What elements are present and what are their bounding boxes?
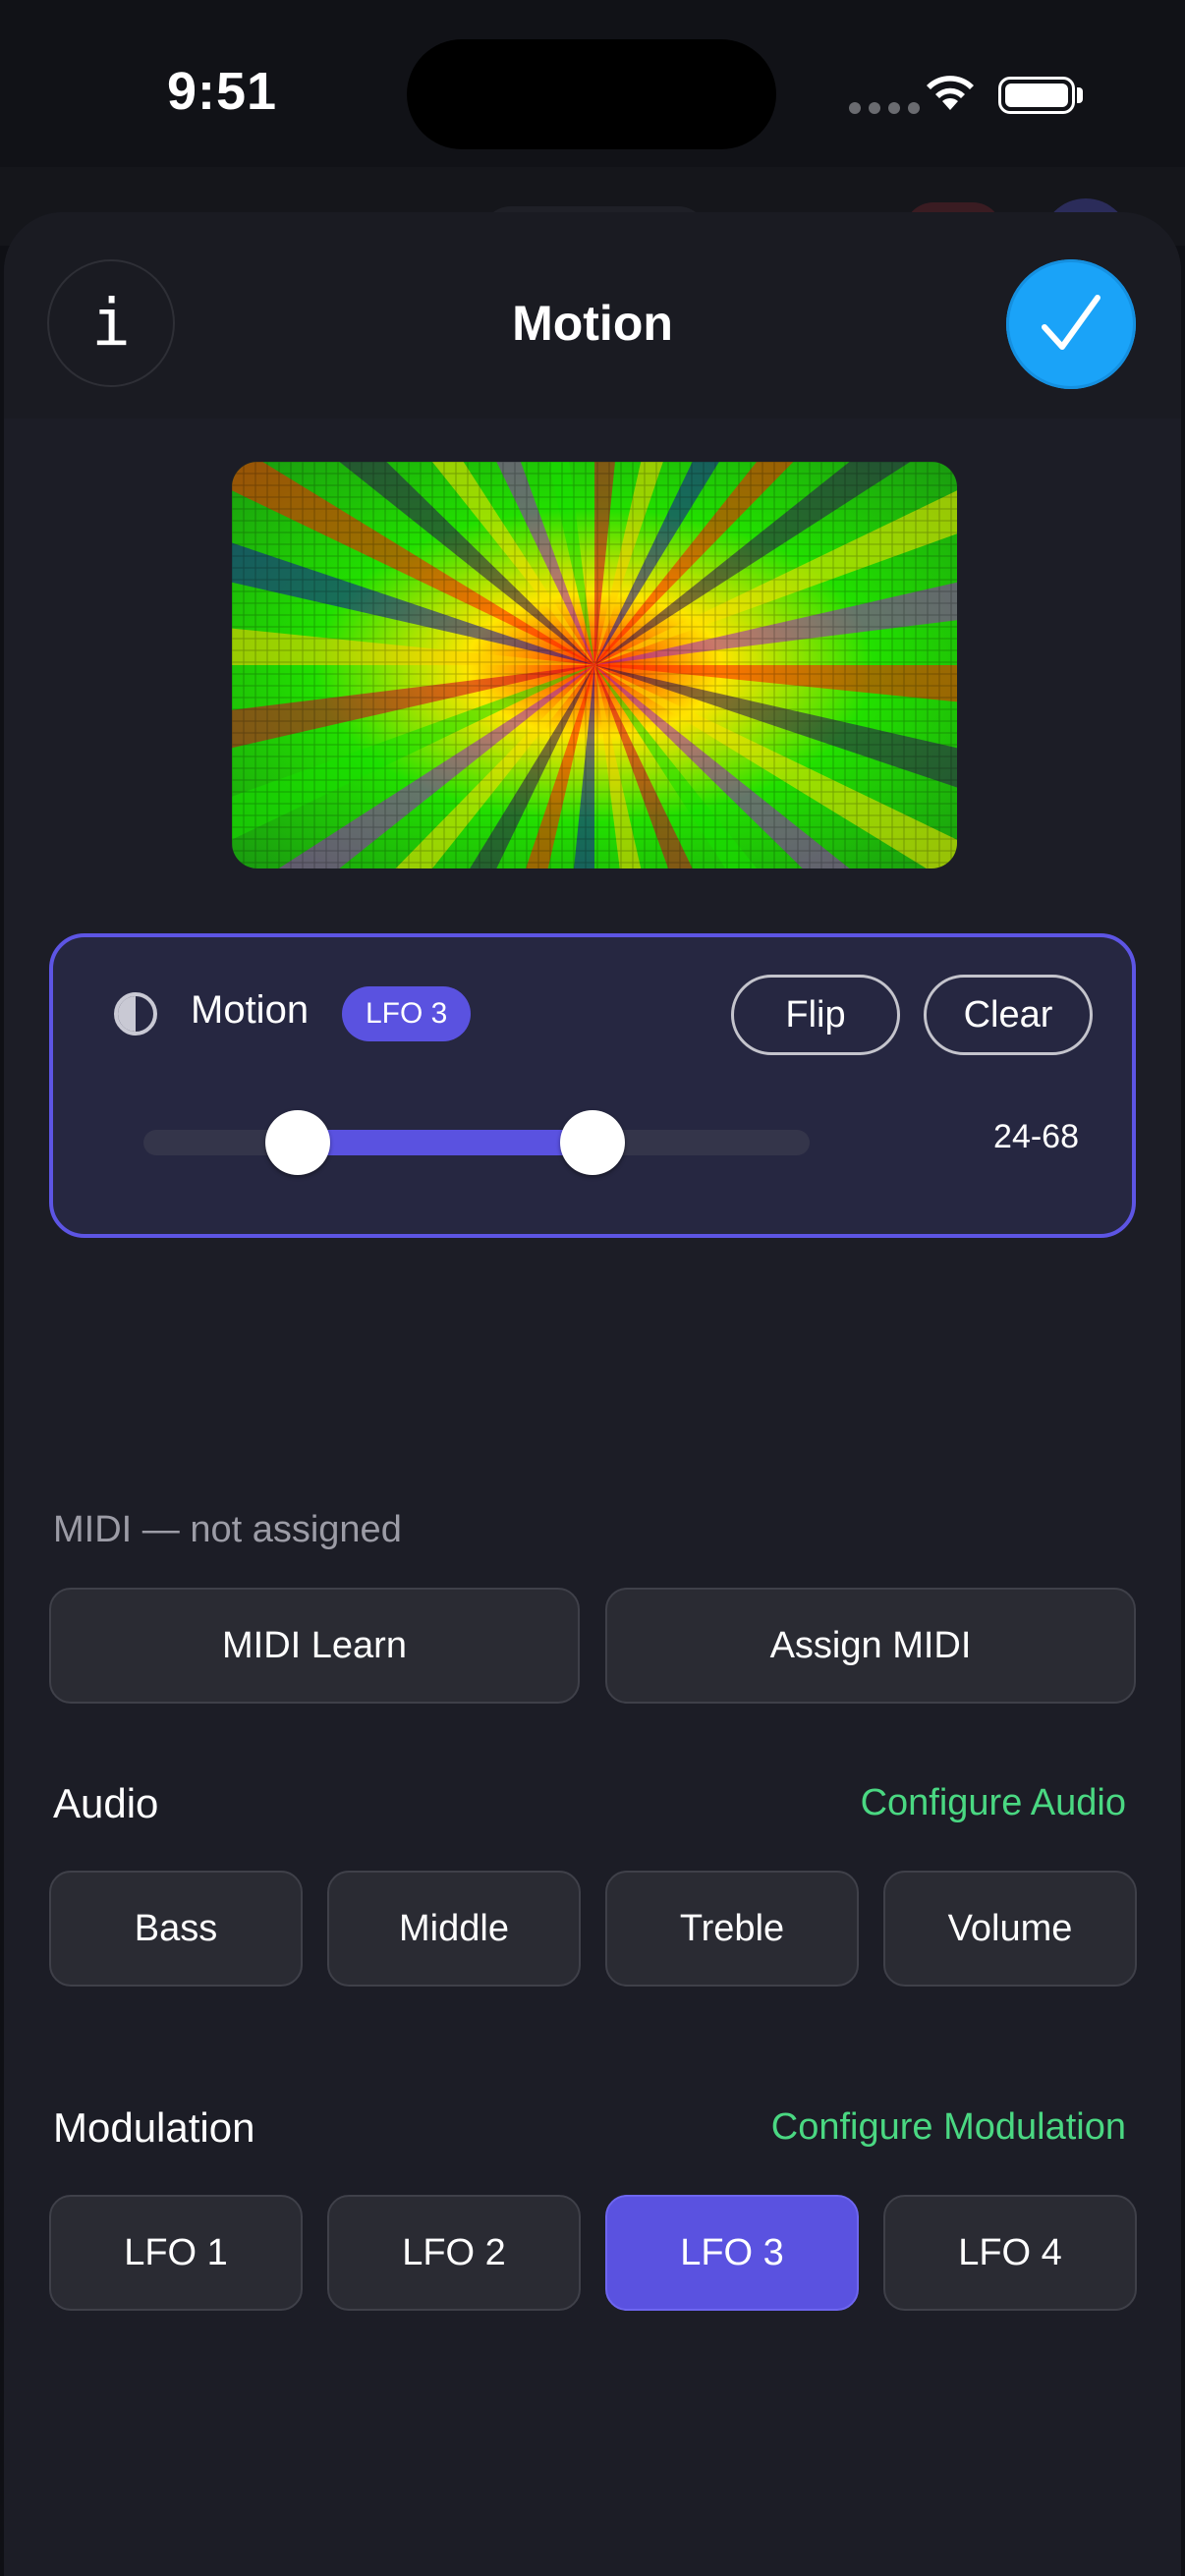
contrast-half-circle-icon [114,992,157,1036]
motion-control-card: Motion LFO 3 Flip Clear 24-68 [49,933,1136,1238]
preview-graphic [232,462,957,868]
audio-treble-button[interactable]: Treble [605,1871,859,1987]
cellular-signal-icon [849,102,920,114]
configure-modulation-link[interactable]: Configure Modulation [771,2106,1126,2149]
flip-button[interactable]: Flip [731,975,900,1055]
battery-icon [998,77,1075,114]
midi-status: MIDI — not assigned [53,1509,402,1550]
audio-volume-button[interactable]: Volume [883,1871,1137,1987]
dynamic-island [407,39,776,149]
range-slider-low-handle[interactable] [265,1110,330,1175]
lfo-4-button[interactable]: LFO 4 [883,2195,1137,2311]
audio-middle-button[interactable]: Middle [327,1871,581,1987]
midi-learn-button[interactable]: MIDI Learn [49,1588,580,1704]
motion-preview-image [232,462,957,868]
motion-sheet: i Motion Motion LFO 3 Flip Clear 24-68 M… [4,212,1181,2576]
lfo-2-button[interactable]: LFO 2 [327,2195,581,2311]
source-badge: LFO 3 [342,986,472,1041]
assign-midi-button[interactable]: Assign MIDI [605,1588,1136,1704]
range-slider-high-handle[interactable] [560,1110,625,1175]
configure-audio-link[interactable]: Configure Audio [861,1782,1126,1824]
confirm-button[interactable] [1006,259,1136,389]
lfo-1-button[interactable]: LFO 1 [49,2195,303,2311]
clear-button[interactable]: Clear [924,975,1093,1055]
audio-section-title: Audio [53,1780,159,1826]
lfo-3-button[interactable]: LFO 3 [605,2195,859,2311]
range-slider-fill [301,1130,597,1155]
battery-tip [1077,87,1083,103]
sheet-title: Motion [512,296,673,351]
sheet-header: i Motion [4,212,1181,419]
motion-label: Motion [191,988,310,1032]
audio-bass-button[interactable]: Bass [49,1871,303,1987]
checkmark-icon [1042,295,1100,350]
modulation-section-title: Modulation [53,2104,255,2151]
range-value: 24-68 [993,1118,1079,1155]
wifi-icon [927,76,974,110]
status-time: 9:51 [167,62,278,121]
